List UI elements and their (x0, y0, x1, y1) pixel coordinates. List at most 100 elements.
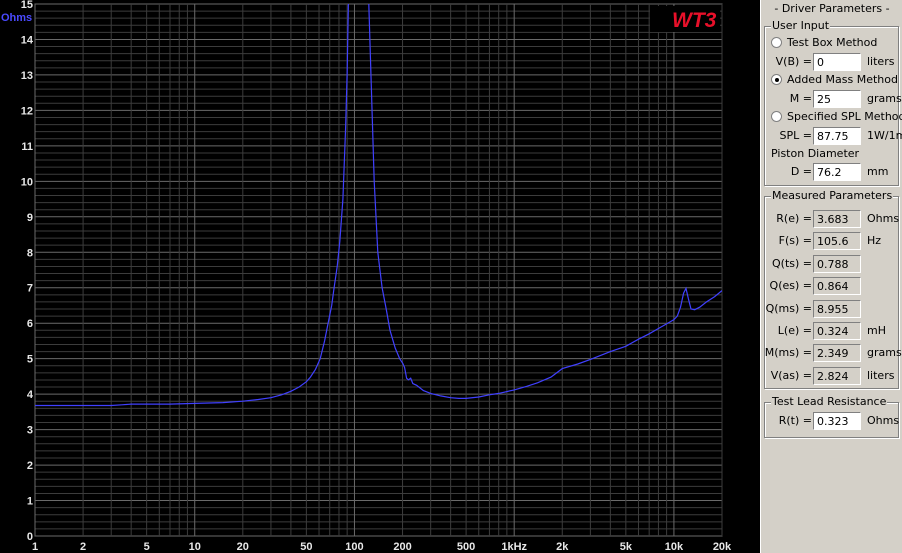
x-tick-label: 1kHz (501, 541, 527, 553)
spl-label: SPL = (779, 129, 812, 142)
mass-unit: grams (867, 92, 902, 105)
x-tick-label: 5k (620, 541, 633, 553)
vb-label: V(B) = (775, 55, 812, 68)
param-unit: mH (867, 324, 886, 337)
y-tick-label: 5 (27, 354, 33, 366)
param-value: 0.864 (813, 277, 861, 296)
measured-parameters-group: Measured Parameters R(e) = 3.683 Ohms F(s) … (764, 189, 902, 389)
radio-icon (771, 37, 782, 48)
impedance-chart: 0 1 2 3 4 5 6 7 8 9 10 11 12 13 14 15 1 2 5 10 20 50 100 200 50… (0, 0, 760, 553)
x-tick-label: 20 (237, 541, 249, 553)
y-tick-label: 11 (21, 141, 33, 153)
piston-diameter-label: Piston Diameter (771, 147, 860, 160)
driver-parameters-panel: - Driver Parameters - User Input Test Bo… (760, 0, 902, 553)
x-tick-label: 10 (189, 541, 201, 553)
group-label: User Input (771, 19, 831, 32)
piston-diameter-input[interactable]: 76.2 (813, 163, 861, 181)
param-value: 8.955 (813, 299, 861, 318)
impedance-plot: 0123456789101112131415 1 2 5 10 20 50 100 200 50… (1, 0, 732, 553)
param-unit: Ohms (867, 212, 900, 225)
spl-input[interactable]: 87.75 (813, 127, 861, 145)
y-tick-label: 7 (27, 283, 33, 295)
mass-row: M = 25 grams (765, 90, 902, 108)
x-tick-label: 5 (144, 541, 150, 553)
y-tick-label: 12 (21, 105, 33, 117)
y-tick-label: 10 (21, 176, 33, 188)
radio-selected-icon (771, 74, 782, 85)
param-label: R(e) = (776, 212, 812, 225)
added-mass-method-radio[interactable]: Added Mass Method (771, 73, 898, 87)
x-tick-label: 200 (393, 541, 411, 553)
group-label: Test Lead Resistance (771, 395, 888, 408)
param-value: 2.349 (813, 344, 861, 363)
measured-row: Q(es) = 0.864 (765, 277, 900, 296)
measured-row: Q(ms) = 8.955 (765, 299, 900, 318)
param-unit: liters (867, 368, 895, 382)
param-label: F(s) = (778, 234, 812, 248)
spl-unit: 1W/1m (867, 129, 902, 142)
y-tick-label: 9 (27, 212, 33, 224)
param-value: 0.788 (813, 254, 861, 273)
rt-label: R(t) = (778, 414, 812, 427)
measured-row: V(as) = 2.824 liters (765, 366, 900, 385)
rt-row: R(t) = 0.323 Ohms (765, 412, 900, 430)
y-tick-label: 15 (21, 0, 33, 11)
measured-row: L(e) = 0.324 mH (765, 322, 900, 340)
measured-row: F(s) = 105.6 Hz (765, 232, 900, 251)
y-tick-label: 1 (27, 496, 33, 508)
x-tick-label: 20k (713, 541, 732, 553)
y-tick-label: 3 (27, 425, 33, 437)
wt3-logo: WT3 (672, 9, 717, 32)
spl-row: SPL = 87.75 1W/1m (765, 127, 902, 145)
piston-label: D = (790, 165, 812, 178)
vb-unit: liters (867, 55, 895, 68)
rt-input[interactable]: 0.323 (813, 412, 861, 430)
measured-row: Q(ts) = 0.788 (765, 254, 900, 273)
measured-row: R(e) = 3.683 Ohms (765, 210, 900, 228)
piston-unit: mm (867, 165, 889, 178)
x-tick-label: 10k (665, 541, 684, 553)
plot-frame (34, 3, 723, 537)
specified-spl-method-radio[interactable]: Specified SPL Method (771, 110, 902, 124)
y-tick-label: 4 (27, 389, 34, 401)
x-tick-label: 500 (457, 541, 475, 553)
group-label: Measured Parameters (771, 189, 894, 202)
radio-label: Specified SPL Method (787, 110, 902, 123)
vb-input[interactable]: 0 (813, 53, 861, 71)
param-label: V(as) = (770, 368, 812, 382)
param-label: M(ms) = (764, 346, 812, 360)
y-tick-label: 2 (27, 460, 33, 472)
measured-row: M(ms) = 2.349 grams (764, 344, 902, 363)
param-label: Q(ms) = (765, 301, 812, 315)
y-tick-label: 6 (27, 318, 33, 330)
param-label: L(e) = (777, 324, 812, 337)
user-input-group: User Input Test Box Method V(B) = 0 lite… (764, 19, 902, 186)
param-value: 2.824 (813, 366, 861, 385)
param-unit: grams (867, 346, 902, 360)
mass-input[interactable]: 25 (813, 90, 861, 108)
param-value: 0.324 (813, 322, 861, 340)
x-tick-label: 2k (556, 541, 569, 553)
mass-label: M = (789, 92, 812, 105)
piston-row: D = 76.2 mm (765, 163, 900, 181)
param-value: 105.6 (813, 232, 861, 251)
param-value: 3.683 (813, 210, 861, 228)
y-tick-label: 13 (21, 70, 33, 82)
test-lead-resistance-group: Test Lead Resistance R(t) = 0.323 Ohms (764, 395, 900, 438)
rt-unit: Ohms (867, 414, 900, 427)
param-label: Q(ts) = (772, 256, 812, 270)
param-label: Q(es) = (769, 279, 812, 293)
x-tick-label: 2 (80, 541, 86, 553)
radio-icon (771, 111, 782, 122)
vb-row: V(B) = 0 liters (765, 53, 900, 71)
radio-label: Added Mass Method (787, 73, 898, 86)
panel-title: - Driver Parameters - (774, 2, 890, 15)
test-box-method-radio[interactable]: Test Box Method (771, 36, 877, 50)
x-tick-label: 50 (300, 541, 312, 553)
x-tick-label: 100 (345, 541, 363, 553)
x-tick-label: 1 (32, 541, 38, 553)
y-axis-unit-label: Ohms (1, 12, 32, 24)
radio-label: Test Box Method (787, 36, 878, 49)
y-tick-label: 8 (27, 247, 33, 259)
param-unit: Hz (867, 234, 882, 248)
